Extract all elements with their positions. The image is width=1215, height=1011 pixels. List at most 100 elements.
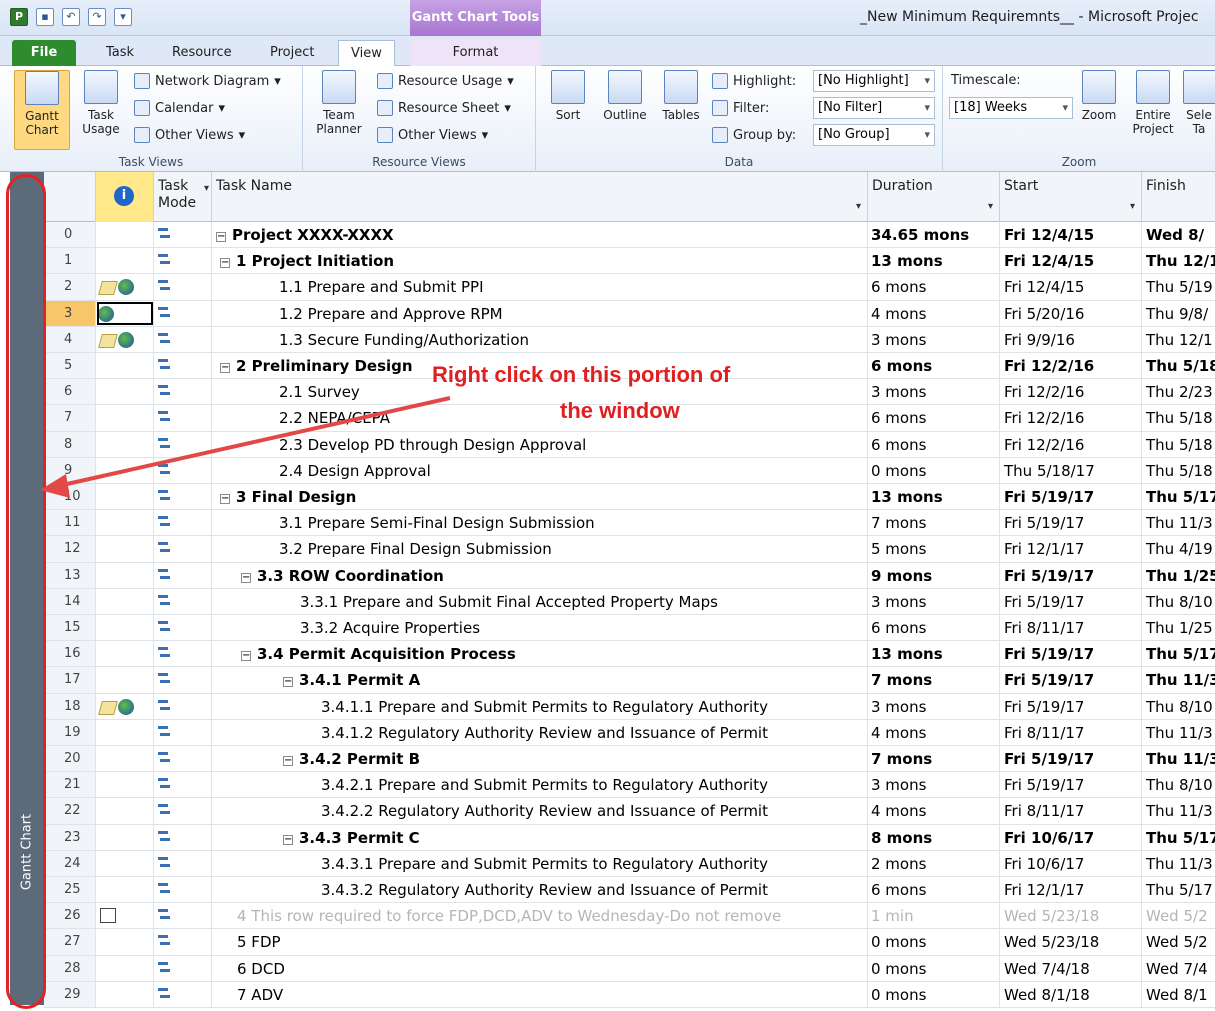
start-cell[interactable]: Wed 7/4/18 [1000,955,1142,981]
indicators-column-header[interactable]: i [96,172,154,222]
indicators-cell[interactable] [96,326,154,352]
start-cell[interactable]: Wed 5/23/18 [1000,903,1142,929]
sort-button[interactable]: Sort [546,70,590,122]
task-name-cell[interactable]: 3.4.1.1 Prepare and Submit Permits to Re… [212,693,868,719]
finish-column-header[interactable]: Finish [1142,172,1215,222]
collapse-toggle-icon[interactable]: − [241,572,251,583]
task-mode-cell[interactable] [154,457,212,483]
finish-cell[interactable]: Thu 12/1 [1142,327,1215,352]
other-task-views-button[interactable]: Other Views ▾ [134,127,245,143]
finish-cell[interactable]: Thu 5/17 [1142,877,1215,902]
indicators-cell[interactable] [96,222,154,248]
start-cell[interactable]: Fri 5/19/17 [1000,510,1142,536]
tab-format[interactable]: Format [410,40,541,66]
task-mode-cell[interactable] [154,562,212,588]
task-mode-cell[interactable] [154,667,212,693]
duration-cell[interactable]: 3 mons [868,379,1000,405]
task-mode-cell[interactable] [154,929,212,955]
table-row[interactable]: 14 3.3.1 Prepare and Submit Final Accepte… [44,588,1215,615]
task-mode-cell[interactable] [154,510,212,536]
task-mode-cell[interactable] [154,484,212,510]
start-column-header[interactable]: Start ▾ [1000,172,1142,222]
table-row[interactable]: 26 4 This row required to force FDP,DCD,A… [44,903,1215,930]
collapse-toggle-icon[interactable]: − [283,677,293,688]
row-id-cell[interactable]: 4 [44,326,96,352]
finish-cell[interactable]: Thu 11/3 [1142,851,1215,876]
task-mode-cell[interactable] [154,248,212,274]
row-id-cell[interactable]: 23 [44,824,96,850]
task-mode-cell[interactable] [154,824,212,850]
row-id-cell[interactable]: 22 [44,798,96,824]
task-name-cell[interactable]: 2.2 NEPA/CEPA [212,405,868,431]
table-row[interactable]: 21 3.4.2.1 Prepare and Submit Permits to … [44,772,1215,799]
row-id-cell[interactable]: 8 [44,431,96,457]
finish-cell[interactable]: Thu 11/3 [1142,720,1215,745]
row-id-cell[interactable]: 19 [44,719,96,745]
task-name-cell[interactable]: −3.4.1 Permit A [212,667,868,693]
select-all-corner[interactable] [44,172,96,222]
start-cell[interactable]: Fri 5/19/17 [1000,693,1142,719]
indicators-cell[interactable] [96,955,154,981]
duration-cell[interactable]: 13 mons [868,248,1000,274]
team-planner-button[interactable]: Team Planner [309,70,369,136]
row-id-cell[interactable]: 1 [44,248,96,274]
redo-icon[interactable]: ↷ [88,8,106,26]
start-cell[interactable]: Fri 12/2/16 [1000,353,1142,379]
start-cell[interactable]: Fri 12/1/17 [1000,877,1142,903]
task-mode-cell[interactable] [154,222,212,248]
task-name-cell[interactable]: 5 FDP [212,929,868,955]
task-mode-cell[interactable] [154,850,212,876]
indicators-cell[interactable] [96,719,154,745]
tab-view[interactable]: View [338,40,395,67]
start-cell[interactable]: Fri 5/19/17 [1000,667,1142,693]
indicators-cell[interactable] [96,824,154,850]
task-mode-cell[interactable] [154,536,212,562]
table-row[interactable]: 9 2.4 Design Approval 0 mons Thu 5/18/17 Thu… [44,457,1215,484]
other-resource-views-button[interactable]: Other Views ▾ [377,127,488,143]
table-row[interactable]: 11 3.1 Prepare Semi-Final Design Submissi… [44,510,1215,537]
task-name-cell[interactable]: −3.4.3 Permit C [212,824,868,850]
duration-cell[interactable]: 4 mons [868,798,1000,824]
row-id-cell[interactable]: 14 [44,588,96,614]
undo-icon[interactable]: ↶ [62,8,80,26]
duration-cell[interactable]: 0 mons [868,955,1000,981]
table-row[interactable]: 8 2.3 Develop PD through Design Approval 6… [44,431,1215,458]
finish-cell[interactable]: Thu 1/25 [1142,615,1215,640]
task-mode-cell[interactable] [154,693,212,719]
row-id-cell[interactable]: 2 [44,274,96,300]
indicators-cell[interactable] [96,457,154,483]
indicators-cell[interactable] [96,274,154,300]
hyperlink-globe-icon[interactable] [118,331,134,348]
tab-file[interactable]: File [12,40,76,66]
table-row[interactable]: 10−3 Final Design 13 mons Fri 5/19/17 Thu 5… [44,484,1215,511]
indicators-cell[interactable] [96,562,154,588]
task-name-cell[interactable]: 1.3 Secure Funding/Authorization [212,326,868,352]
entire-project-button[interactable]: Entire Project [1129,70,1177,136]
task-name-cell[interactable]: 2.3 Develop PD through Design Approval [212,431,868,457]
indicators-cell[interactable] [96,536,154,562]
task-mode-cell[interactable] [154,615,212,641]
resource-usage-button[interactable]: Resource Usage ▾ [377,73,514,89]
indicators-cell[interactable] [96,300,154,326]
row-id-cell[interactable]: 15 [44,615,96,641]
indicators-cell[interactable] [96,641,154,667]
collapse-toggle-icon[interactable]: − [283,834,293,845]
indicators-cell[interactable] [96,693,154,719]
table-row[interactable]: 25 3.4.3.2 Regulatory Authority Review an… [44,877,1215,904]
row-id-cell[interactable]: 27 [44,929,96,955]
duration-cell[interactable]: 0 mons [868,981,1000,1007]
row-id-cell[interactable]: 21 [44,772,96,798]
task-name-cell[interactable]: −3.4 Permit Acquisition Process [212,641,868,667]
resource-sheet-button[interactable]: Resource Sheet ▾ [377,100,511,116]
duration-cell[interactable]: 0 mons [868,457,1000,483]
duration-cell[interactable]: 6 mons [868,353,1000,379]
finish-cell[interactable]: Thu 11/3 [1142,746,1215,771]
row-id-cell[interactable]: 9 [44,457,96,483]
task-mode-cell[interactable] [154,326,212,352]
indicators-cell[interactable] [96,431,154,457]
finish-cell[interactable]: Thu 5/17 [1142,641,1215,666]
task-name-cell[interactable]: 2.4 Design Approval [212,457,868,483]
table-row[interactable]: 19 3.4.1.2 Regulatory Authority Review an… [44,719,1215,746]
start-cell[interactable]: Fri 12/4/15 [1000,274,1142,300]
indicators-cell[interactable] [96,877,154,903]
